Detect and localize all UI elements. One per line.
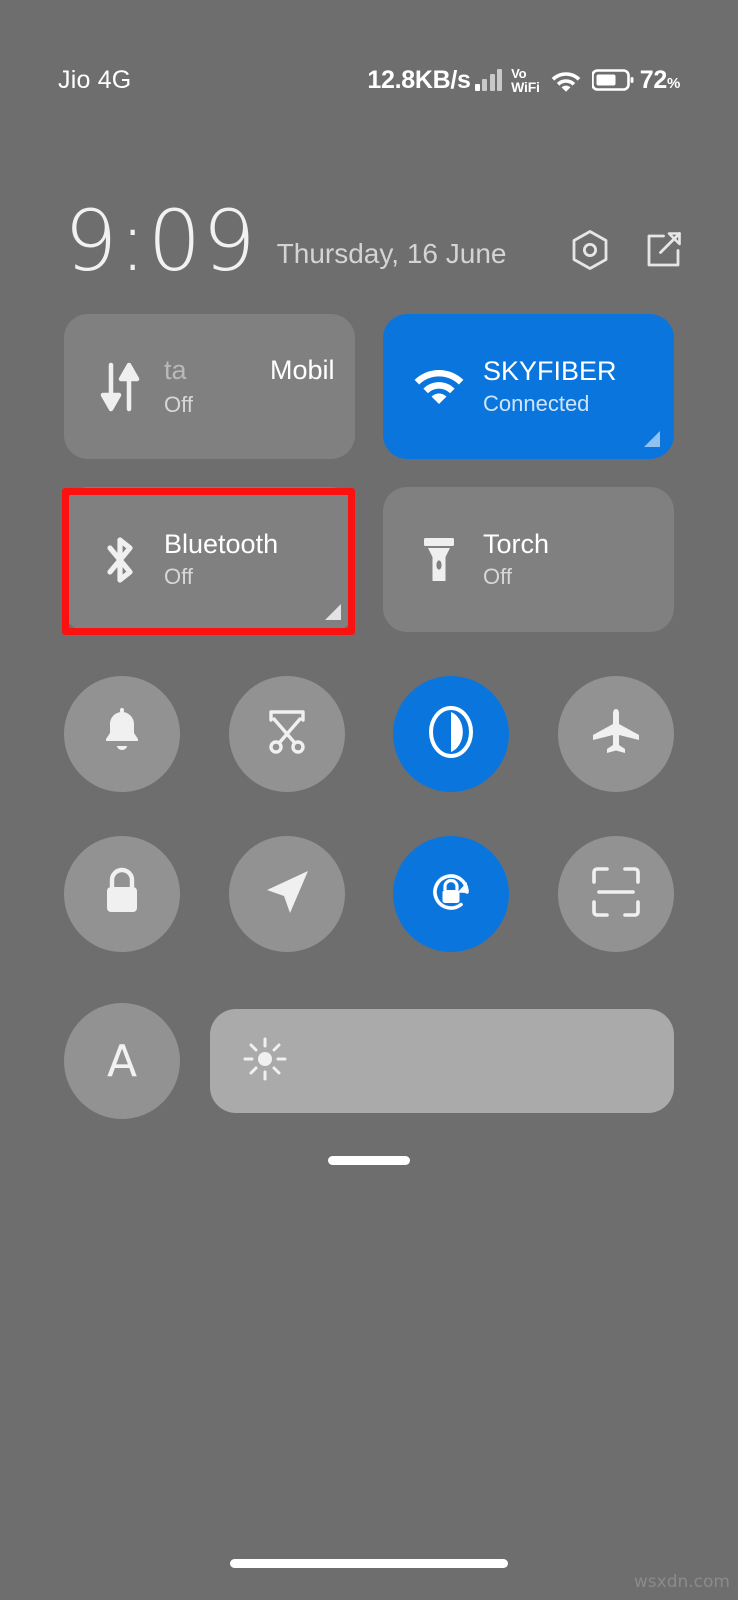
tile-torch[interactable]: Torch Off [383,487,674,632]
tile-mobile-data[interactable]: ta Mobil Off [64,314,355,459]
contrast-icon [425,703,477,766]
battery-percent-symbol: % [666,74,680,92]
clock-date[interactable]: Thursday, 16 June [277,238,507,280]
scan-frame-icon [591,866,641,923]
quick-toggles-row-2 [64,836,674,952]
wifi-icon [550,68,582,92]
status-bar: Jio 4G 12.8KB/s Vo WiFi 72% [0,0,738,160]
header-actions [568,228,686,280]
quick-toggles-row-1 [64,676,674,792]
volte-label-top: Vo [511,65,527,81]
toggle-screenshot[interactable] [228,676,345,792]
tile-mobile-data-title: ta Mobil [164,355,355,387]
tile-torch-text: Torch Off [483,529,549,591]
watermark: wsxdn.com [633,1572,730,1592]
tile-wifi-title: SKYFIBER [483,355,617,386]
airplane-icon [589,707,643,762]
network-speed-label: 12.8KB/s [367,65,471,94]
tile-bluetooth-expand-corner-icon[interactable] [325,604,341,620]
tile-bluetooth[interactable]: Bluetooth Off [64,487,355,632]
wifi-icon [411,366,467,408]
tile-wifi-text: SKYFIBER Connected [483,356,617,418]
edit-pencil-icon[interactable] [642,228,686,272]
toggle-lock-screen[interactable] [64,836,180,952]
tile-wifi-subtitle: Connected [483,390,590,416]
tile-mobile-data-title-incoming: Mobil [270,354,335,385]
signal-bars-icon [474,69,503,91]
bell-icon [99,707,145,762]
tile-bluetooth-title: Bluetooth [164,528,279,559]
auto-brightness-label: A [106,1035,138,1087]
brightness-row: A [64,1003,674,1119]
toggle-airplane-mode[interactable] [557,676,674,792]
bluetooth-icon [92,532,148,588]
status-bar-right: 12.8KB/s Vo WiFi 72% [367,66,680,95]
tile-torch-subtitle: Off [483,563,512,589]
scissors-icon [261,706,313,763]
brightness-slider[interactable] [210,1009,674,1113]
toggle-location[interactable] [228,836,345,952]
data-transfer-icon [92,361,148,413]
flashlight-icon [411,533,467,587]
home-gesture-bar[interactable] [230,1559,508,1568]
battery-percent-value: 72 [639,65,668,94]
toggle-scanner[interactable] [557,836,674,952]
rotation-lock-icon [423,864,479,925]
tile-torch-title: Torch [483,528,550,559]
carrier-label: Jio 4G [58,65,132,94]
tile-wifi[interactable]: SKYFIBER Connected [383,314,674,459]
quick-settings-tiles: ta Mobil Off SKYFIBER Connected Bluetoot… [64,314,674,632]
toggle-silent-mode[interactable] [64,676,180,792]
sun-icon [242,1036,288,1087]
volte-label-bottom: WiFi [511,78,540,95]
panel-drag-handle[interactable] [328,1156,410,1165]
location-arrow-icon [261,866,313,923]
tile-mobile-data-subtitle: Off [164,391,193,417]
tile-mobile-data-title-outgoing: ta [164,354,187,385]
clock-header: 9:09 Thursday, 16 June [0,180,738,283]
lock-icon [100,866,144,923]
toggle-rotation-lock[interactable] [393,836,510,952]
tile-mobile-data-text: ta Mobil Off [164,355,355,419]
settings-gear-icon[interactable] [568,228,612,272]
volte-wifi-indicator: Vo WiFi [511,67,540,94]
battery-percent-label: 72% [639,65,681,95]
auto-brightness-icon[interactable]: A [64,1003,180,1119]
tile-bluetooth-subtitle: Off [164,563,193,589]
toggle-dark-mode[interactable] [393,676,510,792]
battery-icon [591,68,634,92]
tile-bluetooth-text: Bluetooth Off [164,529,278,591]
clock-time[interactable]: 9:09 [64,199,257,283]
tile-wifi-expand-corner-icon[interactable] [644,431,660,447]
